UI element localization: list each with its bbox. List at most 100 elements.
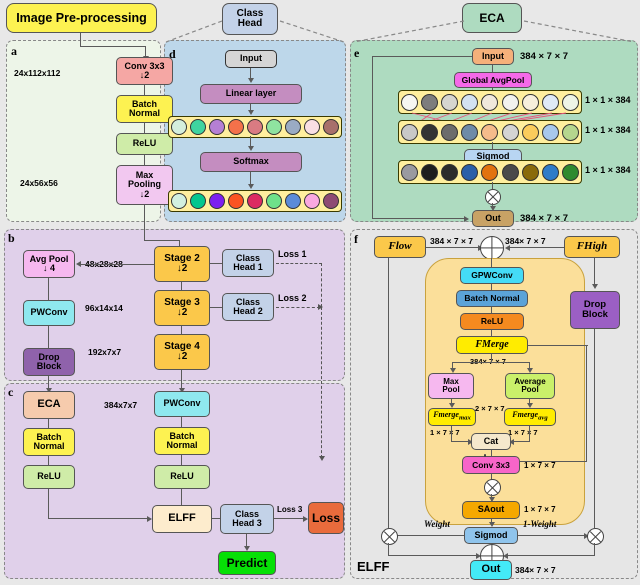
fmerge-label: FMerge bbox=[475, 338, 509, 350]
a-line-3 bbox=[144, 155, 146, 165]
softmax-label: Softmax bbox=[233, 156, 269, 167]
cat-node: Cat bbox=[471, 433, 511, 450]
b-left-line-2 bbox=[48, 326, 50, 348]
prob-dot-5 bbox=[266, 193, 283, 209]
maxpooling-node: Max Pooling ↓2 bbox=[116, 165, 173, 205]
c-left-line-1 bbox=[48, 419, 50, 428]
bn-c-right-l2: Normal bbox=[166, 440, 198, 450]
dropblock-down-v bbox=[594, 329, 596, 528]
fhigh-dim: 384× 7 × 7 bbox=[505, 236, 546, 246]
batchnormal-node-f: Batch Normal bbox=[456, 290, 528, 307]
elff-sum-op-top bbox=[480, 236, 504, 260]
loss1-dash-h bbox=[276, 263, 322, 264]
elff-label-c: ELFF bbox=[168, 512, 196, 525]
eca-row1-dot-7 bbox=[542, 93, 560, 111]
inv-weight-label: 1-Weight bbox=[523, 519, 557, 529]
conv3x3-node-f: Conv 3x3 bbox=[462, 456, 520, 474]
avgpool-node: Avg Pool ↓ 4 bbox=[23, 250, 75, 278]
eca-row1-dot-3 bbox=[461, 93, 479, 111]
class-head-1: Class Head 1 bbox=[222, 249, 274, 277]
fmerge-branch-v bbox=[491, 354, 493, 362]
c-right-line-2 bbox=[181, 455, 183, 465]
input-label-d: Input bbox=[240, 53, 262, 64]
eca-out-dim: 384 × 7 × 7 bbox=[520, 213, 569, 224]
eca-row1-dot-8 bbox=[562, 93, 580, 111]
linear-layer-node: Linear layer bbox=[200, 84, 302, 104]
eca-dim-row3: 1 × 1 × 384 bbox=[585, 165, 631, 175]
eca-dim-row2: 1 × 1 × 384 bbox=[585, 125, 631, 135]
relu-node-c-right: ReLU bbox=[154, 465, 210, 489]
eca-row2-dot-1 bbox=[420, 123, 438, 141]
c-right-line-1 bbox=[181, 417, 183, 427]
fhigh-input-node: FHigh bbox=[564, 236, 620, 258]
predict-node: Predict bbox=[218, 551, 276, 575]
elff-mult-main bbox=[484, 479, 501, 496]
left-multiply-op bbox=[381, 528, 398, 545]
eca-row3-dot-0 bbox=[400, 163, 418, 181]
stage4-down-line bbox=[181, 370, 183, 390]
conv3x3-label-f: Conv 3x3 bbox=[472, 459, 510, 470]
c-left-to-elff bbox=[48, 518, 150, 520]
fmerge-max-node: Fmergemax bbox=[428, 408, 476, 426]
loss2-label: Loss 2 bbox=[278, 293, 307, 303]
weight-label: Weight bbox=[424, 519, 450, 529]
relu-node-a: ReLU bbox=[116, 133, 173, 155]
eca-row2-dot-6 bbox=[521, 123, 539, 141]
relu-node-c-left: ReLU bbox=[23, 465, 75, 489]
logit-dot-3 bbox=[227, 119, 244, 135]
batchnormal-node-c-right: Batch Normal bbox=[154, 427, 210, 455]
eca-row2-dot-5 bbox=[501, 123, 519, 141]
elff-to-head3 bbox=[212, 518, 220, 520]
a-to-b-line bbox=[144, 205, 146, 241]
fhigh-sum-arrow bbox=[505, 244, 510, 251]
fmerge-branch-h bbox=[452, 362, 530, 364]
e-line-5 bbox=[492, 182, 494, 189]
eca-skip-left bbox=[372, 56, 374, 219]
eca-strip-row3 bbox=[398, 160, 582, 184]
logit-dot-5 bbox=[266, 119, 283, 135]
logit-dot-4 bbox=[246, 119, 263, 135]
fmerge-avg-node: Fmergeavg bbox=[504, 408, 556, 426]
conv-dim-f: 1 × 7 × 7 bbox=[524, 461, 556, 470]
linear-layer-label: Linear layer bbox=[225, 88, 277, 99]
relu-c-right-label: ReLU bbox=[170, 471, 194, 482]
fhigh-to-sum bbox=[508, 247, 564, 249]
fmerge-bypass-v bbox=[586, 345, 588, 462]
flow-dim: 384 × 7 × 7 bbox=[430, 236, 474, 246]
stage3-stride: ↓2 bbox=[176, 307, 188, 318]
prob-dot-7 bbox=[304, 193, 321, 209]
predict-label: Predict bbox=[226, 555, 268, 570]
logits-strip-row1 bbox=[168, 116, 342, 138]
global-avgpool-label: Global AvgPool bbox=[461, 74, 525, 85]
panel-e-letter: e bbox=[354, 46, 360, 60]
eca-row2-dot-8 bbox=[562, 123, 580, 141]
relu-label-a: ReLU bbox=[132, 138, 157, 149]
flow-to-sum bbox=[426, 247, 481, 249]
elff-node-c: ELFF bbox=[152, 505, 212, 533]
sigmod-right-h bbox=[518, 535, 586, 537]
stage4-dim: 192x7x7 bbox=[88, 347, 122, 357]
b-left-line-1 bbox=[48, 278, 50, 300]
eca-dim-row1: 1 × 1 × 384 bbox=[585, 95, 631, 105]
e-line-3 bbox=[492, 142, 494, 149]
eca-row3-dot-8 bbox=[562, 163, 580, 181]
fmerge-bypass-h bbox=[528, 345, 588, 347]
stage2-head-line bbox=[210, 263, 222, 265]
dropblock-f-l2: Block bbox=[582, 309, 608, 320]
eca-skip-bottom bbox=[372, 218, 467, 220]
loss-main-arrow bbox=[318, 456, 325, 461]
prob-dot-1 bbox=[189, 193, 206, 209]
a-line-1 bbox=[144, 85, 146, 95]
max-to-cat-v bbox=[451, 426, 453, 442]
relu-node-f: ReLU bbox=[460, 313, 524, 330]
maxpool-node-f: Max Pool bbox=[428, 373, 474, 399]
saout-node: SAout bbox=[462, 501, 520, 519]
panel-f-letter: f bbox=[354, 232, 358, 246]
right-mult-h bbox=[506, 555, 594, 557]
image-preprocessing-label: Image Pre-processing bbox=[16, 10, 147, 25]
stage2-node: Stage 2 ↓2 bbox=[154, 246, 210, 282]
out-node-f: Out bbox=[470, 560, 512, 580]
fmerge-avg-dim: 1 × 7 × 7 bbox=[508, 428, 538, 437]
sigmod-label-f: Sigmod bbox=[474, 529, 508, 540]
elff-module-name: ELFF bbox=[357, 559, 390, 574]
